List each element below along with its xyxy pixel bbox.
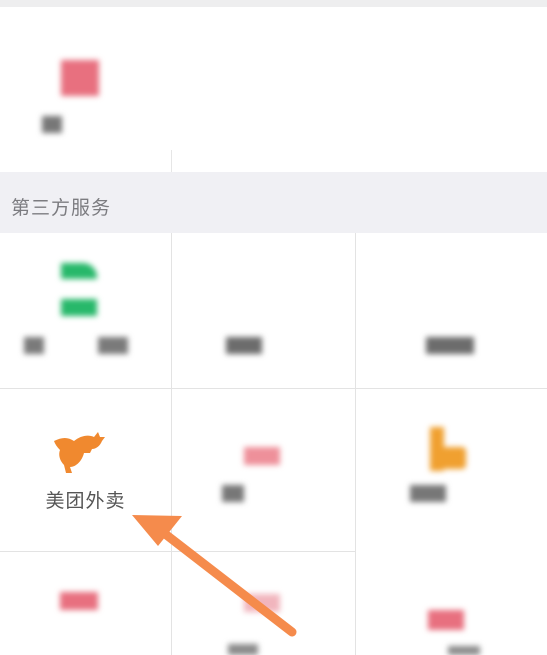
app-icon [244,594,280,612]
app-icon [60,592,98,610]
service-label [42,116,62,133]
service-label [426,337,474,354]
kangaroo-icon [54,432,105,473]
service-label [448,646,480,655]
service-tile[interactable] [356,233,547,388]
service-label-meituan: 美团外卖 [45,490,126,512]
service-label [222,485,244,502]
app-icon [61,60,99,96]
service-tile-upper[interactable] [0,7,171,172]
service-label [24,337,44,354]
top-separator [0,0,547,7]
service-tile[interactable] [0,233,171,388]
service-tile[interactable] [172,233,355,388]
grid-divider [171,150,172,172]
service-tile-meituan[interactable] [0,389,171,551]
app-icon [428,610,464,630]
service-tile[interactable] [356,389,547,551]
service-label [410,485,446,502]
service-tile[interactable] [172,389,355,551]
service-label [228,644,258,655]
service-tile[interactable] [172,552,355,655]
section-title: 第三方服务 [11,197,112,219]
service-label [98,337,128,354]
app-icon [244,447,280,465]
service-tile[interactable] [0,552,171,655]
service-label [226,337,262,354]
service-tile[interactable] [356,552,547,655]
